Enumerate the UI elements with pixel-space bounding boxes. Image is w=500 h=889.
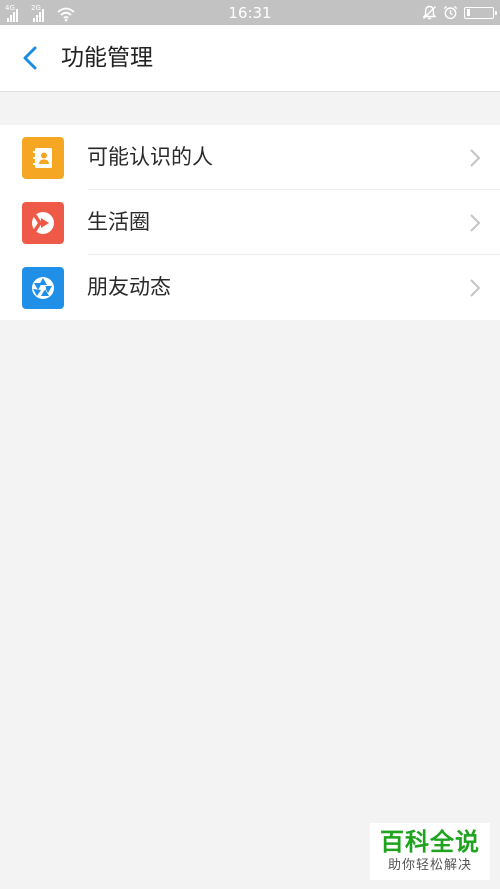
watermark-logo: 百科全说 助你轻松解决	[370, 823, 490, 880]
status-bar: 4G 2G 16:31	[0, 0, 500, 25]
list-item-people-you-may-know[interactable]: 可能认识的人	[0, 125, 500, 190]
alarm-clock-icon	[443, 5, 458, 20]
chevron-left-icon	[23, 46, 37, 70]
page-title: 功能管理	[61, 45, 153, 71]
feature-list: 可能认识的人 生活圈 朋友动态	[0, 125, 500, 320]
battery-level	[466, 9, 471, 16]
list-item-label: 朋友动态	[87, 275, 171, 299]
app-header: 功能管理	[0, 25, 500, 92]
watermark-title: 百科全说	[380, 828, 480, 856]
battery-icon	[464, 6, 497, 19]
list-item-friend-updates[interactable]: 朋友动态	[0, 255, 500, 320]
list-item-label: 生活圈	[87, 210, 150, 234]
notification-bell-icon	[422, 5, 437, 20]
back-button[interactable]	[12, 42, 48, 74]
status-right	[422, 3, 497, 22]
list-item-label: 可能认识的人	[87, 145, 213, 169]
chevron-right-icon	[470, 149, 481, 167]
chevron-right-icon	[470, 214, 481, 232]
watermark-subtitle: 助你轻松解决	[387, 858, 472, 873]
list-item-life-circle[interactable]: 生活圈	[0, 190, 500, 255]
chevron-right-icon	[470, 279, 481, 297]
aperture-icon	[22, 267, 64, 309]
play-circle-icon	[22, 202, 64, 244]
contacts-book-icon	[22, 137, 64, 179]
